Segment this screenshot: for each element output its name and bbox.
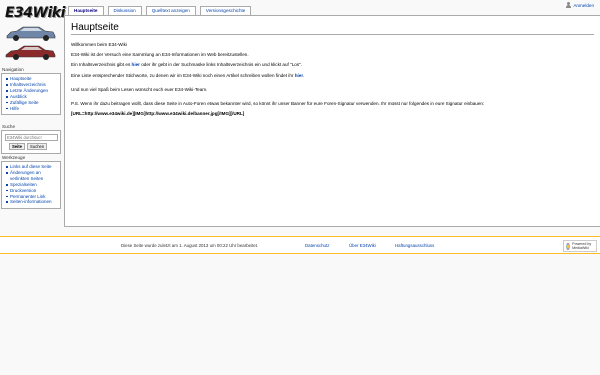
navigation-portlet: Navigation Hauptseite Inhaltsverzeichnis… [1, 67, 61, 116]
search-heading: Suche [2, 124, 16, 129]
user-icon [565, 1, 571, 9]
intro-text: E34-Wiki ist der Versuch eine Sammlung a… [71, 52, 249, 58]
login-link[interactable]: Anmelden [573, 3, 594, 8]
go-button[interactable]: Seite [9, 143, 26, 150]
article-body: Willkommen beim E34-Wiki E34-Wiki ist de… [71, 42, 594, 117]
search-button[interactable]: Suchen [27, 143, 48, 150]
navigation-heading: Navigation [2, 67, 24, 72]
nav-item-hilfe[interactable]: Hilfe [5, 106, 58, 112]
about-link[interactable]: Über E34Wiki [349, 243, 376, 248]
toolbox-heading: Werkzeuge [2, 155, 26, 160]
tab-diskussion[interactable]: Diskussion [107, 6, 142, 15]
tab-quelltext[interactable]: Quelltext anzeigen [145, 6, 196, 15]
tb-item-recentchangeslinked[interactable]: Änderungen an verlinkten Seiten [5, 170, 58, 182]
car-top-icon [6, 26, 56, 41]
page-title: Hauptseite [71, 22, 594, 35]
banner-code: [URL=http://www.e34wiki.de][IMG]http://w… [71, 111, 245, 117]
powered-by-text: Powered by MediaWiki [572, 242, 592, 250]
personal-tools: Anmelden [565, 1, 594, 9]
ps-text: P.S. Wenn ihr dazu beitragen wollt, dass… [71, 100, 485, 106]
last-modified-text: Diese Seite wurde zuletzt am 1. August 2… [121, 243, 259, 248]
privacy-link[interactable]: Datenschutz [305, 243, 329, 248]
car-bottom-icon [5, 45, 56, 60]
wishlist-paragraph: Eine Liste entsprechender Stichworte, zu… [71, 72, 305, 78]
mediawiki-icon [566, 242, 571, 250]
greeting-text: Und nun viel Spaß beim Lesen wünscht euc… [71, 86, 208, 92]
tab-versionsgeschichte[interactable]: Versionsgeschichte [199, 6, 252, 15]
toc-link[interactable]: hier [132, 62, 140, 67]
toolbox-portlet: Werkzeuge Links auf diese Seite Änderung… [1, 155, 61, 210]
site-logo[interactable]: E34Wiki [3, 3, 65, 63]
wishlist-link[interactable]: hier [295, 73, 303, 78]
logo-text: E34Wiki [5, 5, 65, 21]
main-content: Hauptseite Willkommen beim E34-Wiki E34-… [64, 15, 600, 227]
powered-by-badge[interactable]: Powered by MediaWiki [563, 240, 597, 252]
footer: Diese Seite wurde zuletzt am 1. August 2… [0, 236, 600, 254]
disclaimer-link[interactable]: Haftungsausschluss [395, 243, 434, 248]
search-input[interactable] [5, 134, 58, 141]
tb-item-info[interactable]: Seiten-informationen [5, 199, 58, 205]
welcome-text: Willkommen beim E34-Wiki [71, 42, 127, 47]
toc-paragraph: Ein Inhaltsverzeichnis gibt es hier oder… [71, 62, 303, 68]
search-portlet: Suche Seite Suchen [1, 124, 61, 154]
